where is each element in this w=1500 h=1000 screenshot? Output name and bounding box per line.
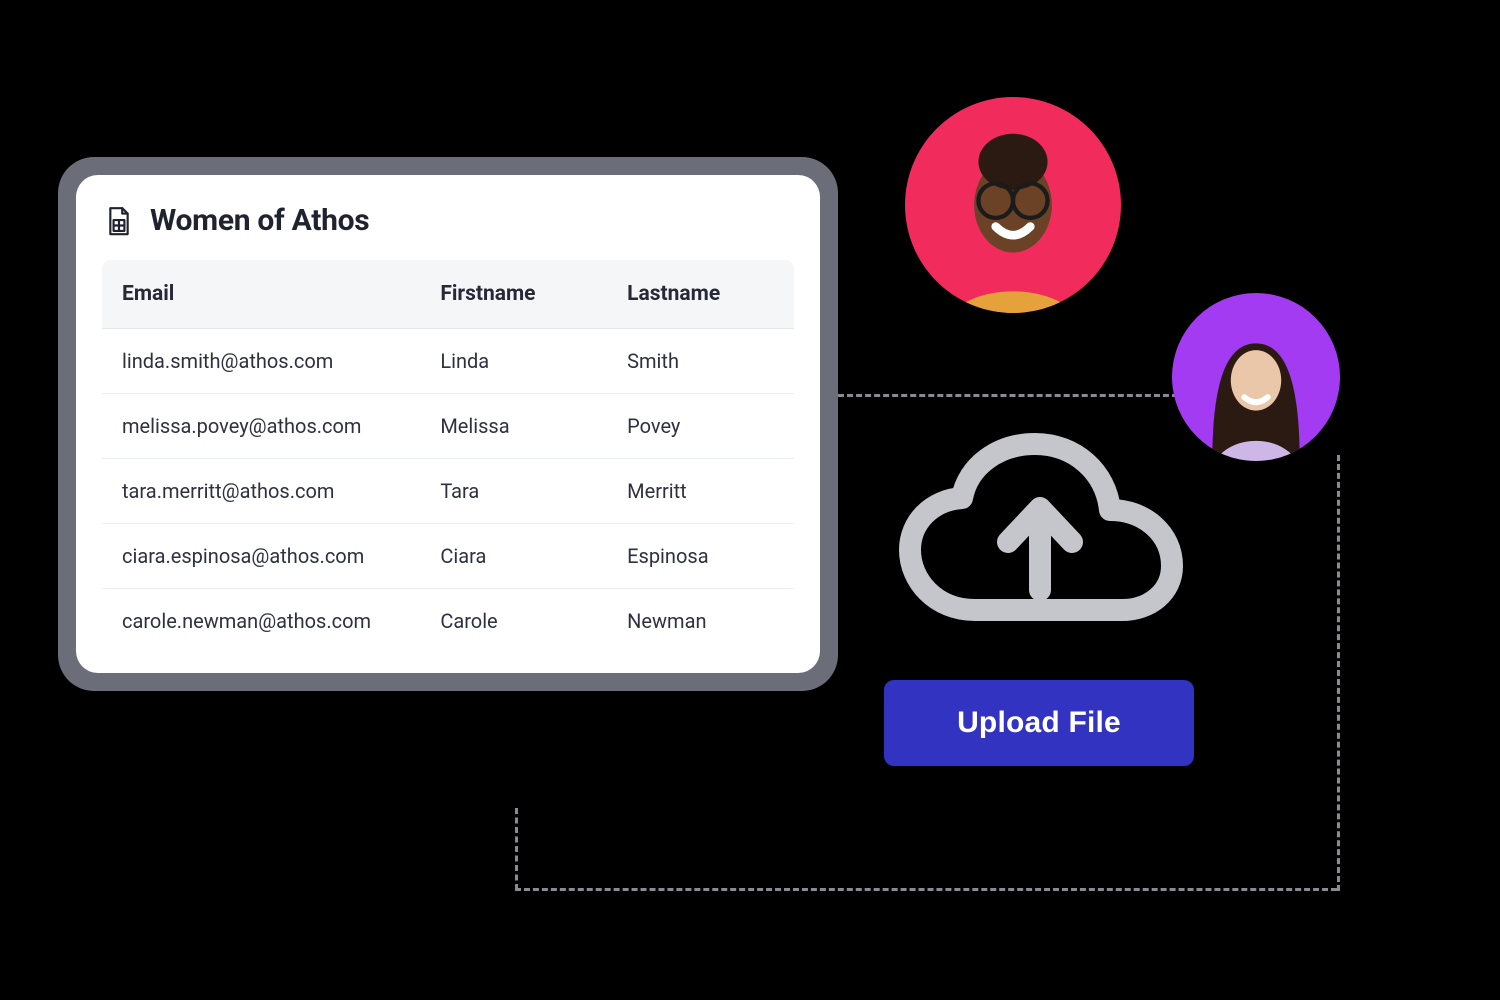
table-row: ciara.espinosa@athos.com Ciara Espinosa bbox=[102, 524, 794, 589]
cell-first: Tara bbox=[420, 459, 607, 524]
cell-first: Linda bbox=[420, 329, 607, 394]
col-header-email: Email bbox=[102, 260, 420, 329]
col-header-firstname: Firstname bbox=[420, 260, 607, 329]
cloud-upload-icon bbox=[890, 430, 1190, 640]
card-title: Women of Athos bbox=[150, 203, 369, 238]
card-header: Women of Athos bbox=[102, 203, 794, 238]
avatar bbox=[905, 97, 1121, 313]
cell-last: Smith bbox=[607, 329, 794, 394]
spreadsheet-file-icon bbox=[106, 206, 132, 236]
cell-email: ciara.espinosa@athos.com bbox=[102, 524, 420, 589]
table-card-frame: Women of Athos Email Firstname Lastname … bbox=[58, 157, 838, 691]
table-row: carole.newman@athos.com Carole Newman bbox=[102, 589, 794, 654]
cell-last: Newman bbox=[607, 589, 794, 654]
cell-email: carole.newman@athos.com bbox=[102, 589, 420, 654]
connector-line bbox=[515, 888, 1337, 891]
cell-first: Carole bbox=[420, 589, 607, 654]
upload-file-button-label: Upload File bbox=[957, 706, 1121, 740]
table-card: Women of Athos Email Firstname Lastname … bbox=[76, 175, 820, 673]
contacts-table: Email Firstname Lastname linda.smith@ath… bbox=[102, 260, 794, 653]
connector-line bbox=[1337, 455, 1340, 891]
upload-file-button[interactable]: Upload File bbox=[884, 680, 1194, 766]
cell-email: tara.merritt@athos.com bbox=[102, 459, 420, 524]
cell-last: Povey bbox=[607, 394, 794, 459]
table-row: tara.merritt@athos.com Tara Merritt bbox=[102, 459, 794, 524]
cell-first: Melissa bbox=[420, 394, 607, 459]
connector-line bbox=[838, 394, 1178, 397]
avatar bbox=[1172, 293, 1340, 461]
cell-first: Ciara bbox=[420, 524, 607, 589]
cell-last: Espinosa bbox=[607, 524, 794, 589]
col-header-lastname: Lastname bbox=[607, 260, 794, 329]
table-row: linda.smith@athos.com Linda Smith bbox=[102, 329, 794, 394]
table-row: melissa.povey@athos.com Melissa Povey bbox=[102, 394, 794, 459]
cell-email: melissa.povey@athos.com bbox=[102, 394, 420, 459]
cell-email: linda.smith@athos.com bbox=[102, 329, 420, 394]
connector-line bbox=[515, 808, 518, 890]
cell-last: Merritt bbox=[607, 459, 794, 524]
